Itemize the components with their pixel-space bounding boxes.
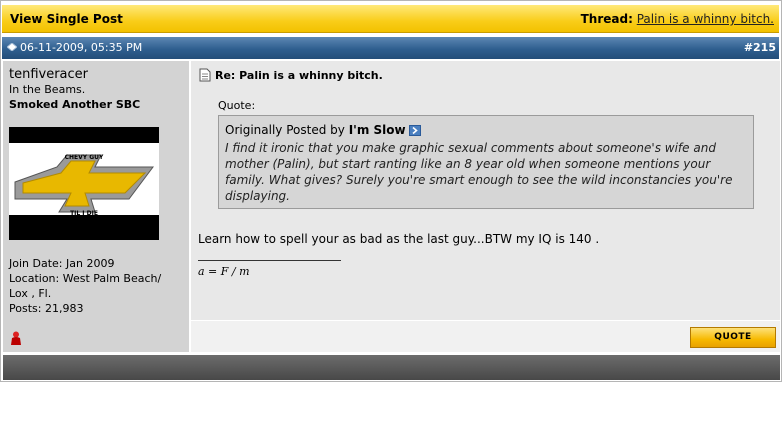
post-number-link[interactable]: 215 bbox=[753, 41, 776, 54]
avatar-text-bottom: TIL I DIE bbox=[70, 210, 98, 217]
top-bar: View Single Post Thread: Palin is a whin… bbox=[2, 5, 779, 33]
avatar-text-top: CHEVY GUY bbox=[65, 154, 104, 161]
quote-box: Originally Posted by I'm Slow I find it … bbox=[218, 115, 754, 209]
post-date: 06-11-2009, 05:35 PM bbox=[7, 41, 142, 54]
post-title: Re: Palin is a whinny bitch. bbox=[199, 68, 383, 82]
bottom-bar bbox=[3, 355, 780, 380]
post-number: #215 bbox=[744, 41, 776, 54]
user-panel: tenfiveracer In the Beams. Smoked Anothe… bbox=[3, 61, 189, 352]
location-line1: Location: West Palm Beach/ bbox=[9, 272, 162, 285]
message-panel: Re: Palin is a whinny bitch. Quote: Orig… bbox=[191, 61, 780, 320]
user-custom-title: Smoked Another SBC bbox=[9, 98, 141, 111]
thread-label: Thread: bbox=[580, 12, 633, 26]
page-title: View Single Post bbox=[10, 12, 123, 26]
avatar: CHEVY GUY TIL I DIE bbox=[9, 127, 159, 240]
chevy-bowtie-logo: CHEVY GUY TIL I DIE bbox=[14, 154, 154, 217]
post-count: Posts: 21,983 bbox=[9, 302, 84, 315]
username[interactable]: tenfiveracer bbox=[9, 67, 88, 82]
post-frame: View Single Post Thread: Palin is a whin… bbox=[0, 0, 782, 382]
post-date-text: 06-11-2009, 05:35 PM bbox=[20, 41, 143, 54]
quote-prefix: Originally Posted by bbox=[225, 123, 345, 137]
signature-divider bbox=[198, 260, 341, 261]
document-icon bbox=[199, 68, 211, 82]
post-number-prefix: # bbox=[743, 41, 754, 54]
quote-author: I'm Slow bbox=[348, 123, 406, 137]
thread-info: Thread: Palin is a whinny bitch. bbox=[581, 12, 774, 26]
post-title-text: Re: Palin is a whinny bitch. bbox=[215, 69, 383, 82]
thread-link[interactable]: Palin is a whinny bitch. bbox=[637, 12, 774, 26]
quote-attribution: Originally Posted by I'm Slow bbox=[225, 123, 421, 137]
quote-button[interactable]: QUOTE bbox=[690, 327, 776, 348]
view-post-arrow-icon[interactable] bbox=[408, 125, 421, 136]
user-info: Join Date: Jan 2009 Location: West Palm … bbox=[9, 256, 161, 316]
signature: a = F / m bbox=[198, 265, 250, 278]
user-offline-icon bbox=[11, 331, 21, 345]
quote-text: I find it ironic that you make graphic s… bbox=[225, 141, 733, 203]
location-line2: Lox , Fl. bbox=[9, 287, 52, 300]
quote-label: Quote: bbox=[218, 99, 256, 112]
user-title: In the Beams. bbox=[9, 83, 86, 96]
post-footer: QUOTE bbox=[191, 321, 780, 352]
post-status-icon bbox=[7, 43, 17, 51]
join-date: Join Date: Jan 2009 bbox=[9, 257, 115, 270]
post-header: 06-11-2009, 05:35 PM #215 bbox=[2, 37, 779, 59]
post-body: Learn how to spell your as bad as the la… bbox=[198, 232, 600, 246]
